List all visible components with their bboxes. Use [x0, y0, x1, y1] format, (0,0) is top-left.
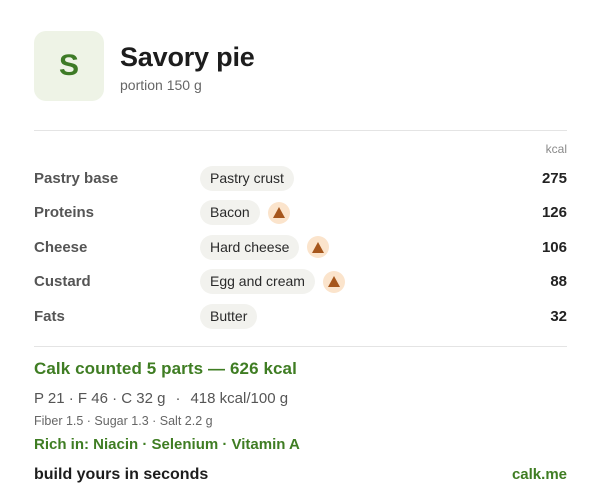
ingredient-chip[interactable]: Egg and cream — [200, 269, 315, 295]
row-category-label: Proteins — [34, 204, 95, 222]
title-block: Savory pie portion 150 g — [120, 39, 255, 93]
ingredient-cell: Egg and cream — [200, 269, 507, 295]
ingredient-table: Pastry base Pastry crust 275 Proteins Ba… — [34, 161, 567, 334]
nutrient-details: Fiber 1.5 · Sugar 1.3 · Salt 2.2 g — [34, 413, 213, 428]
row-kcal-value: 106 — [541, 238, 567, 256]
row-category-label: Fats — [34, 307, 65, 325]
macros-line: P 21 · F 46 · C 32 g · 418 kcal/100 g — [34, 390, 567, 407]
ingredient-cell: Bacon — [200, 200, 507, 226]
row-kcal-value: 126 — [541, 204, 567, 222]
footer: build yours in seconds calk.me — [34, 466, 567, 484]
table-row: Cheese Hard cheese 106 — [34, 230, 567, 265]
divider — [34, 345, 567, 347]
portion-subtitle: portion 150 g — [120, 77, 202, 93]
ingredient-cell: Butter — [200, 303, 507, 329]
ingredient-chip[interactable]: Bacon — [200, 200, 260, 226]
ingredient-chip[interactable]: Butter — [200, 303, 258, 329]
header: S Savory pie portion 150 g — [34, 30, 567, 102]
row-kcal-value: 275 — [541, 169, 567, 187]
page-title: Savory pie — [120, 42, 255, 72]
warning-triangle-icon[interactable] — [307, 236, 330, 259]
rich-in-line: Rich in: Niacin · Selenium · Vitamin A — [34, 435, 300, 453]
row-kcal-value: 32 — [550, 307, 567, 325]
divider — [34, 130, 567, 131]
ingredient-cell: Pastry crust — [200, 165, 507, 191]
site-link[interactable]: calk.me — [512, 466, 567, 483]
cta-text: build yours in seconds — [34, 465, 209, 483]
kcal-column-header: kcal — [545, 142, 567, 156]
nutrition-card: S Savory pie portion 150 g kcal Pastry b… — [34, 30, 567, 484]
warning-triangle-icon[interactable] — [322, 270, 345, 293]
macros-values: P 21 · F 46 · C 32 g — [34, 389, 166, 407]
table-row: Pastry base Pastry crust 275 — [34, 161, 567, 196]
ingredient-chip[interactable]: Hard cheese — [200, 234, 300, 260]
table-row: Fats Butter 32 — [34, 299, 567, 334]
table-row: Custard Egg and cream 88 — [34, 265, 567, 300]
row-category-label: Pastry base — [34, 169, 119, 187]
row-kcal-value: 88 — [550, 273, 567, 291]
avatar: S — [34, 31, 104, 101]
ingredient-chip[interactable]: Pastry crust — [200, 165, 294, 191]
warning-triangle-icon[interactable] — [267, 201, 290, 224]
row-category-label: Custard — [34, 273, 91, 291]
summary-headline: Calk counted 5 parts — 626 kcal — [34, 358, 297, 378]
row-category-label: Cheese — [34, 238, 88, 256]
kcal-per-100g: 418 kcal/100 g — [190, 389, 289, 407]
ingredient-cell: Hard cheese — [200, 234, 507, 260]
table-row: Proteins Bacon 126 — [34, 196, 567, 231]
macros-separator: · — [175, 389, 181, 407]
